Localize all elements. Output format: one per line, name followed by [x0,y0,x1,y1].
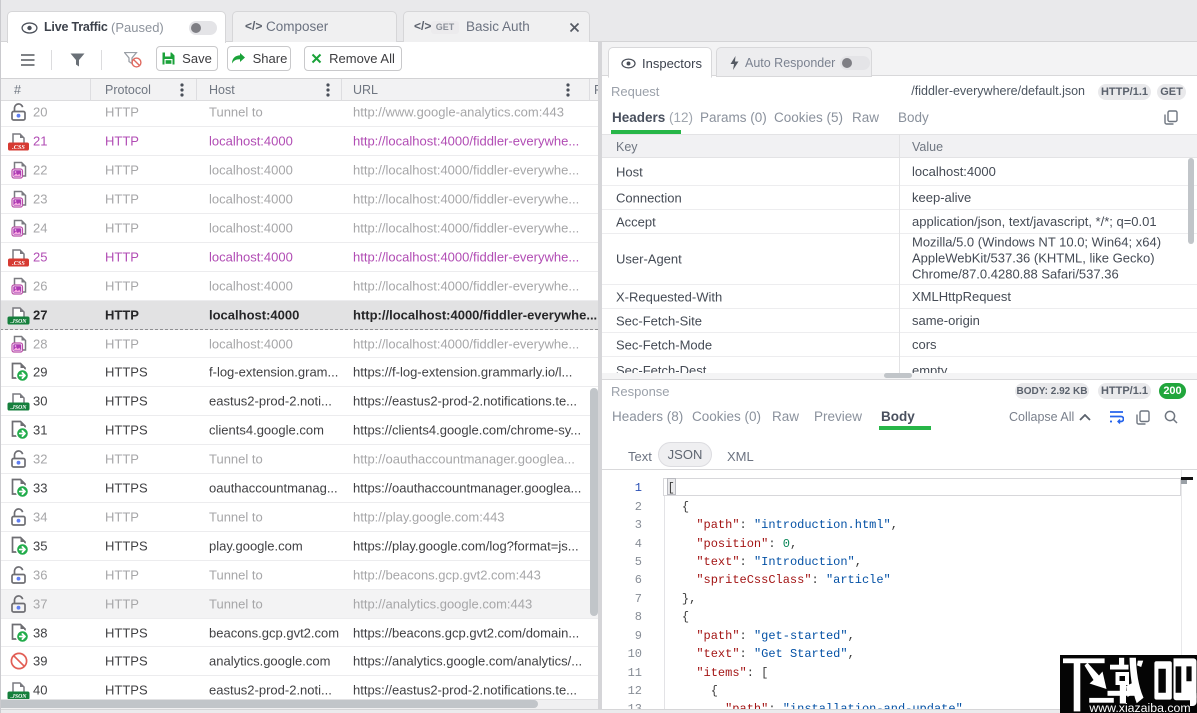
svg-text:.CSS: .CSS [12,260,25,267]
svg-text:.CSS: .CSS [12,144,25,151]
svg-text:.JSON: .JSON [11,405,28,411]
svg-text:.JSON: .JSON [11,318,28,324]
